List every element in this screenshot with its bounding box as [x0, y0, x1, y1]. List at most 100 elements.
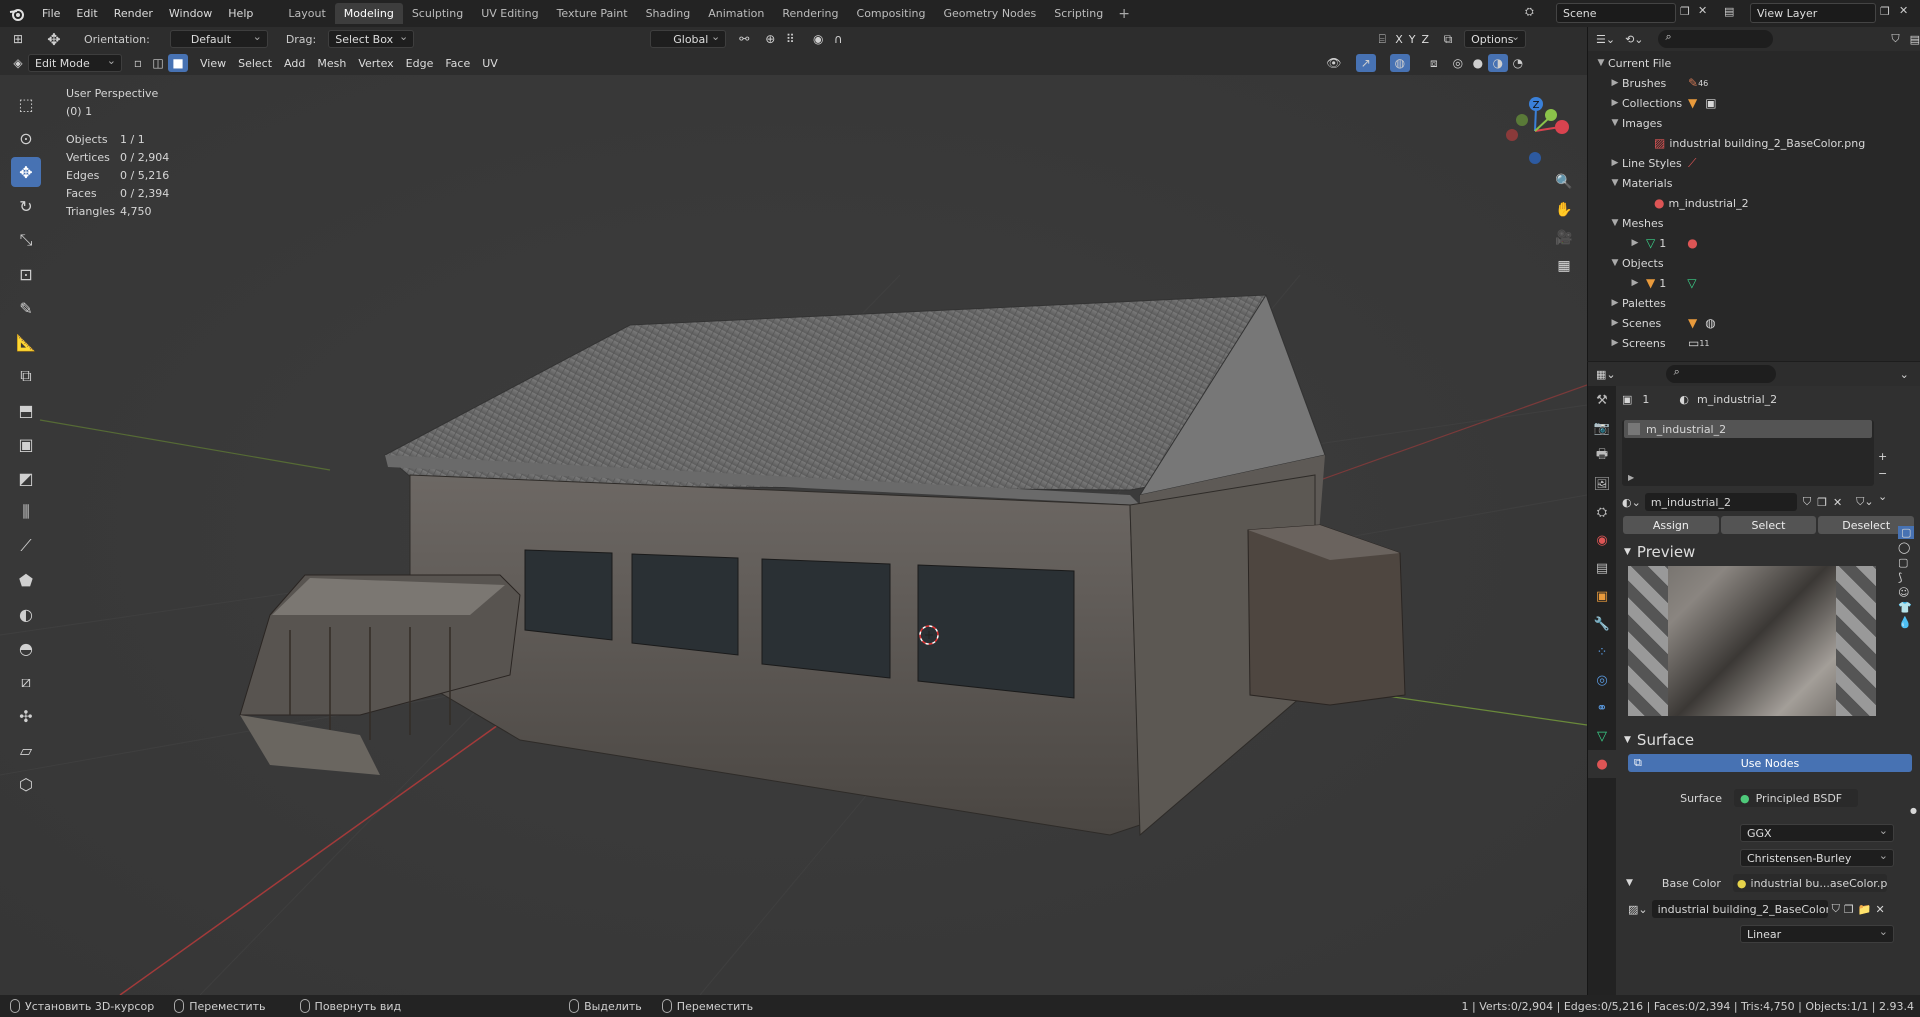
display-mode-icon[interactable]: ⟲⌄	[1625, 33, 1643, 46]
tab-compositing[interactable]: Compositing	[848, 3, 935, 24]
tab-rendering[interactable]: Rendering	[773, 3, 847, 24]
menu-add[interactable]: Add	[278, 54, 311, 72]
shear-tool-icon[interactable]: ▱	[11, 735, 41, 765]
select-button[interactable]: Select	[1720, 516, 1817, 534]
edge-slide-tool-icon[interactable]: ⧄	[11, 667, 41, 697]
extrude-tool-icon[interactable]: ⬒	[11, 395, 41, 425]
vertex-select-icon[interactable]: ▫	[128, 54, 148, 72]
knife-tool-icon[interactable]: ⟋	[11, 531, 41, 561]
menu-help[interactable]: Help	[220, 7, 261, 20]
mesh-mode-icon[interactable]: ◈	[8, 54, 28, 72]
menu-view[interactable]: View	[194, 54, 232, 72]
duplicate-material-icon[interactable]: ❐	[1817, 496, 1827, 509]
cursor-tool-icon[interactable]: ⊙	[11, 123, 41, 153]
pan-hand-icon[interactable]: ✋	[1553, 199, 1575, 221]
tab-scripting[interactable]: Scripting	[1045, 3, 1112, 24]
outliner-search-input[interactable]: ⌕	[1657, 30, 1774, 48]
auto-merge-icon[interactable]: ⧉	[1438, 30, 1458, 48]
proportional-edit-icon[interactable]: ◉	[808, 30, 828, 48]
transform-orientation-dropdown[interactable]: Global	[650, 30, 727, 48]
navigation-gizmo[interactable]: Z	[1500, 87, 1570, 177]
surface-shader-field[interactable]: ● Principled BSDF	[1734, 789, 1858, 807]
menu-render[interactable]: Render	[106, 7, 161, 20]
scene-tab-icon[interactable]: ⛭	[1588, 498, 1616, 526]
view-layer-tab-icon[interactable]: 🖼	[1588, 470, 1616, 498]
image-fake-user-icon[interactable]: ⛉	[1832, 902, 1840, 916]
browse-image-icon[interactable]: ▨⌄	[1628, 903, 1648, 916]
outliner-screens[interactable]: ▶ Screens ▭ 11	[1588, 333, 1920, 353]
menu-mesh[interactable]: Mesh	[311, 54, 352, 72]
scene-icon[interactable]: ⛭	[1525, 5, 1534, 19]
menu-edge[interactable]: Edge	[400, 54, 440, 72]
scene-selector[interactable]: Scene	[1556, 3, 1676, 23]
distribution-dropdown[interactable]: GGX	[1740, 824, 1894, 842]
outliner-object-item[interactable]: ▶ ▼ 1 ▽	[1588, 273, 1920, 293]
new-scene-icon[interactable]: ❐	[1680, 5, 1690, 18]
interpolation-dropdown[interactable]: Linear	[1740, 925, 1894, 943]
pivot-point-icon[interactable]: ⚯	[734, 30, 754, 48]
scale-tool-icon[interactable]: ⤡	[11, 225, 41, 255]
ortho-grid-icon[interactable]: ▦	[1553, 255, 1575, 277]
modifier-tab-icon[interactable]: 🔧	[1588, 610, 1616, 638]
measure-tool-icon[interactable]: 📐	[11, 327, 41, 357]
image-duplicate-icon[interactable]: ❐	[1844, 903, 1854, 916]
outliner-brushes[interactable]: ▶ Brushes ✎ 46	[1588, 73, 1920, 93]
orientation-dropdown[interactable]: Default	[169, 30, 268, 48]
camera-icon[interactable]: 🎥	[1553, 227, 1575, 249]
slot-menu-icon[interactable]: ⌄	[1878, 490, 1887, 503]
material-slot-item[interactable]: m_industrial_2	[1624, 420, 1872, 438]
object-tab-icon[interactable]: ▣	[1588, 582, 1616, 610]
output-tab-icon[interactable]: 🖶	[1588, 442, 1616, 470]
outliner-image-item[interactable]: ▨ industrial building_2_BaseColor.png	[1588, 133, 1920, 153]
image-open-icon[interactable]: 📁	[1858, 903, 1872, 916]
visibility-icon[interactable]: 👁	[1324, 54, 1344, 72]
axis-x-toggle[interactable]: X	[1392, 30, 1406, 48]
outliner-images[interactable]: ▼ Images	[1588, 113, 1920, 133]
preview-monkey-icon[interactable]: ☺	[1898, 586, 1914, 599]
tool-tab-icon[interactable]: ⚒	[1588, 386, 1616, 414]
tab-geometry-nodes[interactable]: Geometry Nodes	[934, 3, 1045, 24]
tab-modeling[interactable]: Modeling	[334, 3, 403, 24]
properties-editor-icon[interactable]: ▦⌄	[1596, 368, 1616, 381]
delete-view-layer-icon[interactable]: ✕	[1899, 4, 1908, 17]
preview-flat-icon[interactable]: ▢	[1898, 526, 1915, 539]
solid-shading-icon[interactable]: ●	[1468, 54, 1488, 72]
render-tab-icon[interactable]: 📷	[1588, 414, 1616, 442]
rotate-tool-icon[interactable]: ↻	[11, 191, 41, 221]
menu-file[interactable]: File	[34, 7, 68, 20]
view-layer-selector[interactable]: View Layer	[1750, 3, 1876, 23]
material-shading-icon[interactable]: ◑	[1487, 54, 1508, 72]
properties-options-icon[interactable]: ⌄	[1900, 368, 1909, 381]
add-workspace-button[interactable]: +	[1112, 6, 1136, 22]
rip-tool-icon[interactable]: ⬡	[11, 769, 41, 799]
tab-shading[interactable]: Shading	[637, 3, 700, 24]
shrink-fatten-tool-icon[interactable]: ✣	[11, 701, 41, 731]
loop-cut-tool-icon[interactable]: ⫼	[11, 497, 41, 527]
remove-slot-icon[interactable]: −	[1878, 467, 1887, 480]
preview-cube-icon[interactable]: ▢	[1898, 556, 1914, 569]
inset-tool-icon[interactable]: ▣	[11, 429, 41, 459]
filter-icon[interactable]: ⛉	[1891, 32, 1899, 46]
3d-viewport[interactable]: User Perspective (0) 1 Objects 1 / 1 Vert…	[0, 75, 1587, 995]
fake-user-icon[interactable]: ⛉	[1803, 495, 1811, 509]
menu-uv[interactable]: UV	[476, 54, 504, 72]
menu-select[interactable]: Select	[232, 54, 278, 72]
menu-face[interactable]: Face	[439, 54, 476, 72]
snap-icon[interactable]: ⊕	[760, 30, 780, 48]
annotate-tool-icon[interactable]: ✎	[11, 293, 41, 323]
world-tab-icon[interactable]: ◉	[1588, 526, 1616, 554]
tab-sculpting[interactable]: Sculpting	[403, 3, 472, 24]
node-filter-icon[interactable]: ⛉⌄	[1856, 495, 1873, 509]
axis-z-toggle[interactable]: Z	[1419, 30, 1433, 48]
expand-slot-icon[interactable]: ▶	[1628, 473, 1634, 482]
poly-build-tool-icon[interactable]: ⬟	[11, 565, 41, 595]
base-color-expand-icon[interactable]: ▼	[1626, 878, 1633, 888]
material-name-field[interactable]: m_industrial_2	[1644, 493, 1797, 511]
physics-tab-icon[interactable]: ◎	[1588, 666, 1616, 694]
mirror-icon[interactable]: ⌸	[1372, 30, 1392, 48]
menu-vertex[interactable]: Vertex	[352, 54, 399, 72]
outliner-scenes[interactable]: ▶ Scenes ▼ ◍	[1588, 313, 1920, 333]
preview-sphere-icon[interactable]: ◯	[1898, 541, 1914, 554]
outliner-mesh-item[interactable]: ▶ ▽ 1 ●	[1588, 233, 1920, 253]
outliner-objects[interactable]: ▼ Objects	[1588, 253, 1920, 273]
